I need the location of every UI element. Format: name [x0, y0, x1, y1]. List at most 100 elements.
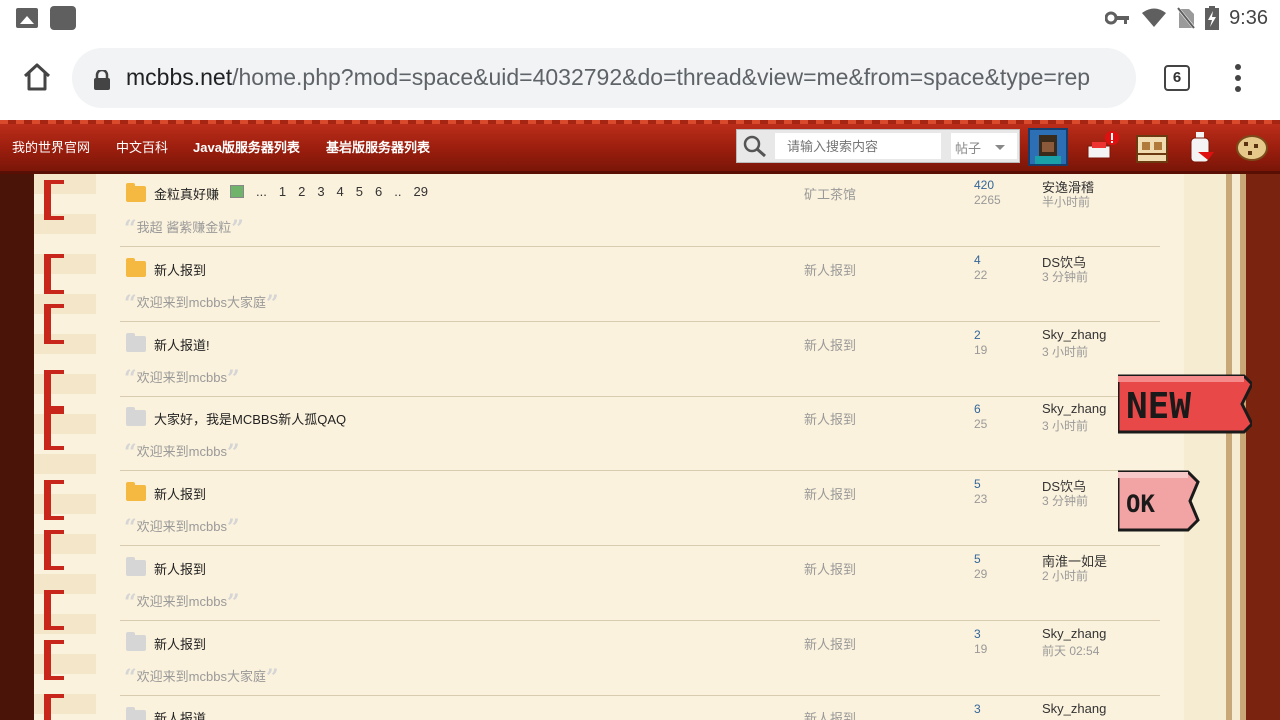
forum-link[interactable]: 新人报到	[804, 335, 856, 354]
url-text[interactable]: mcbbs.net/home.php?mod=space&uid=4032792…	[126, 64, 1126, 91]
forum-link[interactable]: 新人报到	[804, 634, 856, 653]
last-poster[interactable]: Sky_zhang	[1042, 701, 1106, 716]
thread-row: 新人报到 新人报到 3 19 Sky_zhang 前天 02:54 “欢迎来到m…	[120, 623, 1160, 698]
nav-link-bedrock-servers[interactable]: 基岩版服务器列表	[326, 137, 430, 156]
reply-excerpt[interactable]: “欢迎来到mcbbs”	[124, 440, 240, 466]
view-count: 29	[974, 567, 988, 581]
thread-title[interactable]: 新人报到	[154, 260, 206, 279]
forum-link[interactable]: 新人报到	[804, 484, 856, 503]
reply-count[interactable]: 4	[974, 253, 981, 267]
search-type-select[interactable]: 帖子	[951, 133, 1017, 159]
thread-row: 新人报到 新人报到 5 23 DS饮乌 3 分钟前 “欢迎来到mcbbs”	[120, 473, 1160, 548]
browser-toolbar: mcbbs.net/home.php?mod=space&uid=4032792…	[0, 36, 1280, 120]
thread-title[interactable]: 大家好，我是MCBBS新人孤QAQ	[154, 409, 346, 428]
page-link[interactable]: ...	[256, 184, 267, 199]
forum-link[interactable]: 新人报到	[804, 708, 856, 720]
notification-cake-icon[interactable]	[1084, 130, 1120, 166]
more-vert-icon[interactable]	[1230, 64, 1246, 92]
page-link[interactable]: 29	[413, 184, 427, 199]
reply-excerpt[interactable]: “欢迎来到mcbbs大家庭”	[124, 291, 279, 317]
nav-link-wiki[interactable]: 中文百科	[116, 137, 168, 156]
last-post-time[interactable]: 3 分钟前	[1042, 268, 1088, 285]
reply-count[interactable]: 420	[974, 178, 994, 192]
thread-title[interactable]: 新人报道!	[154, 335, 210, 354]
nav-link-java-servers[interactable]: Java版服务器列表	[193, 137, 300, 156]
last-post-time[interactable]: 前天 02:54	[1042, 642, 1099, 659]
folder-icon	[126, 707, 146, 720]
reply-excerpt[interactable]: “我超 酱紫赚金粒”	[124, 216, 244, 242]
last-poster[interactable]: Sky_zhang	[1042, 626, 1106, 641]
thread-row: 新人报到 新人报到 5 29 南淮一如是 2 小时前 “欢迎来到mcbbs”	[120, 548, 1160, 623]
right-border-decoration	[1184, 174, 1280, 720]
thread-title[interactable]: 新人报道	[154, 708, 206, 720]
hot-folder-icon	[126, 183, 146, 202]
nav-link-official[interactable]: 我的世界官网	[12, 137, 90, 156]
ok-badge-text: OK	[1126, 490, 1155, 518]
avatar[interactable]	[1028, 128, 1068, 166]
status-bar: 9:36	[0, 0, 1280, 36]
reply-excerpt[interactable]: “欢迎来到mcbbs”	[124, 366, 240, 392]
last-post-time[interactable]: 3 小时前	[1042, 343, 1088, 360]
view-count: 25	[974, 417, 988, 431]
home-icon[interactable]	[20, 60, 54, 94]
reply-count[interactable]: 3	[974, 627, 981, 641]
thread-title[interactable]: 新人报到	[154, 634, 206, 653]
page-link[interactable]: ..	[394, 184, 401, 199]
thread-row: 金粒真好赚 ... 1 2 3 4 5 6.. 29 矿工茶馆 420 2265 安逸滑稽 半…	[120, 174, 1160, 249]
new-badge: NEW	[1118, 374, 1252, 434]
site-nav: 我的世界官网 中文百科 Java版服务器列表 基岩版服务器列表 帖子	[0, 120, 1280, 174]
search-box: 帖子	[736, 129, 1020, 163]
url-host: mcbbs.net	[126, 64, 233, 90]
reply-excerpt[interactable]: “欢迎来到mcbbs”	[124, 515, 240, 541]
new-badge-text: NEW	[1126, 386, 1191, 427]
last-post-time[interactable]: 半小时前	[1042, 193, 1090, 210]
reply-excerpt[interactable]: “欢迎来到mcbbs”	[124, 590, 240, 616]
thread-title[interactable]: 新人报到	[154, 484, 206, 503]
no-sim-icon	[1177, 7, 1196, 29]
last-poster[interactable]: Sky_zhang	[1042, 401, 1106, 416]
last-post-time[interactable]: 3 小时前	[1042, 417, 1088, 434]
reply-count[interactable]: 2	[974, 328, 981, 342]
reply-count[interactable]: 3	[974, 702, 981, 716]
hot-folder-icon	[126, 258, 146, 277]
hot-folder-icon	[126, 482, 146, 501]
forum-link[interactable]: 新人报到	[804, 260, 856, 279]
last-poster[interactable]: Sky_zhang	[1042, 327, 1106, 342]
app-icon	[50, 6, 76, 30]
reply-count[interactable]: 6	[974, 402, 981, 416]
thread-row: 大家好，我是MCBBS新人孤QAQ 新人报到 6 25 Sky_zhang 3 …	[120, 398, 1160, 473]
thread-title[interactable]: 新人报到	[154, 559, 206, 578]
thread-title[interactable]: 金粒真好赚	[154, 184, 219, 203]
chevron-down-icon	[995, 145, 1005, 150]
reply-count[interactable]: 5	[974, 477, 981, 491]
search-icon[interactable]	[741, 134, 769, 158]
page-link[interactable]: 6	[375, 184, 382, 199]
folder-icon	[126, 407, 146, 426]
view-count: 22	[974, 268, 988, 282]
search-type-label: 帖子	[955, 141, 982, 156]
potion-icon[interactable]	[1184, 130, 1220, 166]
left-border-decoration	[0, 174, 96, 720]
page-link[interactable]: 2	[298, 184, 305, 199]
tab-switcher-button[interactable]: 6	[1164, 65, 1190, 91]
forum-link[interactable]: 新人报到	[804, 559, 856, 578]
crafting-table-icon[interactable]	[1134, 130, 1170, 166]
forum-link[interactable]: 矿工茶馆	[804, 184, 856, 203]
thread-row: 新人报到 新人报到 4 22 DS饮乌 3 分钟前 “欢迎来到mcbbs大家庭”	[120, 249, 1160, 324]
forum-link[interactable]: 新人报到	[804, 409, 856, 428]
cookie-icon[interactable]	[1234, 130, 1270, 166]
reply-excerpt[interactable]: “欢迎来到mcbbs大家庭”	[124, 665, 279, 691]
page-link[interactable]: 5	[356, 184, 363, 199]
address-bar[interactable]: mcbbs.net/home.php?mod=space&uid=4032792…	[72, 48, 1136, 108]
search-input[interactable]	[775, 133, 941, 159]
page-link[interactable]: 1	[279, 184, 286, 199]
url-path: /home.php?mod=space&uid=4032792&do=threa…	[232, 64, 1091, 90]
reply-count[interactable]: 5	[974, 552, 981, 566]
clock: 9:36	[1229, 6, 1268, 29]
page-link[interactable]: 3	[317, 184, 324, 199]
last-post-time[interactable]: 2 小时前	[1042, 567, 1088, 584]
page-link[interactable]: 4	[337, 184, 344, 199]
view-count: 19	[974, 343, 988, 357]
battery-charging-icon	[1205, 6, 1220, 30]
last-post-time[interactable]: 3 分钟前	[1042, 492, 1088, 509]
